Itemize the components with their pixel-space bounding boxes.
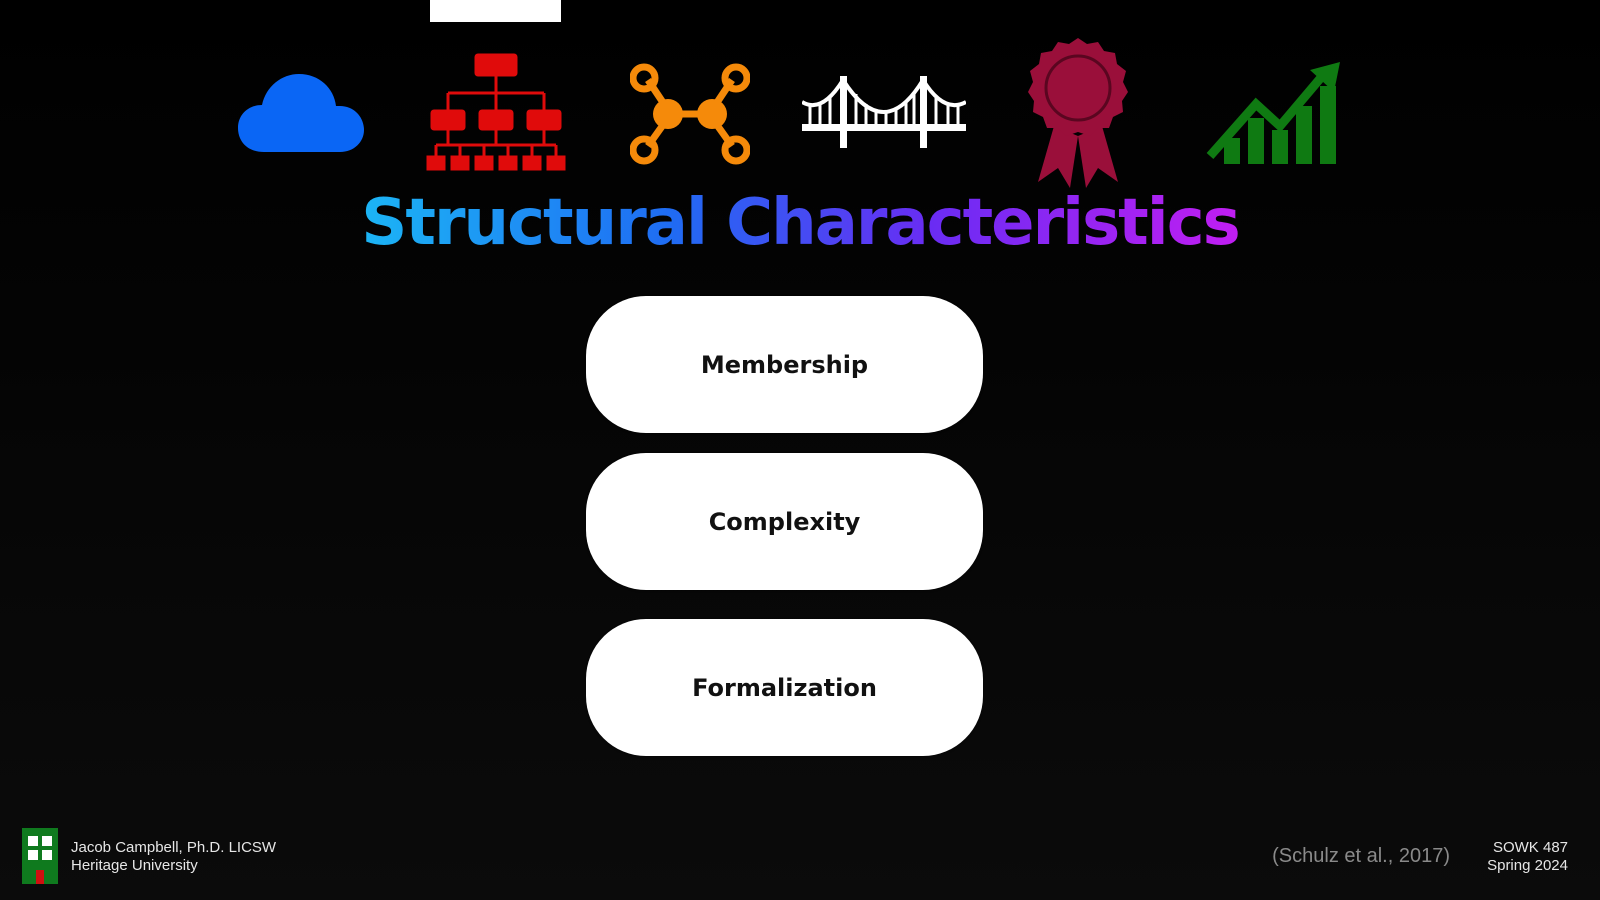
slide-title: Structural Characteristics xyxy=(0,183,1600,263)
bridge-icon xyxy=(802,74,966,150)
course-info: SOWK 487 Spring 2024 xyxy=(1487,839,1568,875)
network-nodes-icon xyxy=(630,62,750,166)
author-name: Jacob Campbell, Ph.D. LICSW xyxy=(71,839,277,856)
slide-title-text: Structural Characteristics xyxy=(361,186,1240,260)
item-pill-formalization: Formalization xyxy=(586,619,983,756)
item-label: Membership xyxy=(700,350,869,379)
growth-chart-icon xyxy=(1206,60,1340,166)
university-logo-icon xyxy=(22,828,58,884)
course-code: SOWK 487 xyxy=(1492,839,1568,856)
item-label: Formalization xyxy=(692,673,877,702)
slide: Structural Characteristics Membership Co… xyxy=(0,0,1600,900)
item-pill-complexity: Complexity xyxy=(586,453,983,590)
top-white-tab xyxy=(430,0,561,22)
footer-author-block: Jacob Campbell, Ph.D. LICSW Heritage Uni… xyxy=(71,839,276,875)
org-chart-icon xyxy=(426,53,566,173)
item-label: Complexity xyxy=(708,507,861,536)
course-term: Spring 2024 xyxy=(1487,857,1568,874)
institution-name: Heritage University xyxy=(71,857,198,874)
item-pill-membership: Membership xyxy=(586,296,983,433)
citation-text: (Schulz et al., 2017) xyxy=(1272,845,1450,867)
cloud-icon xyxy=(236,72,366,154)
award-ribbon-icon xyxy=(1026,36,1130,190)
